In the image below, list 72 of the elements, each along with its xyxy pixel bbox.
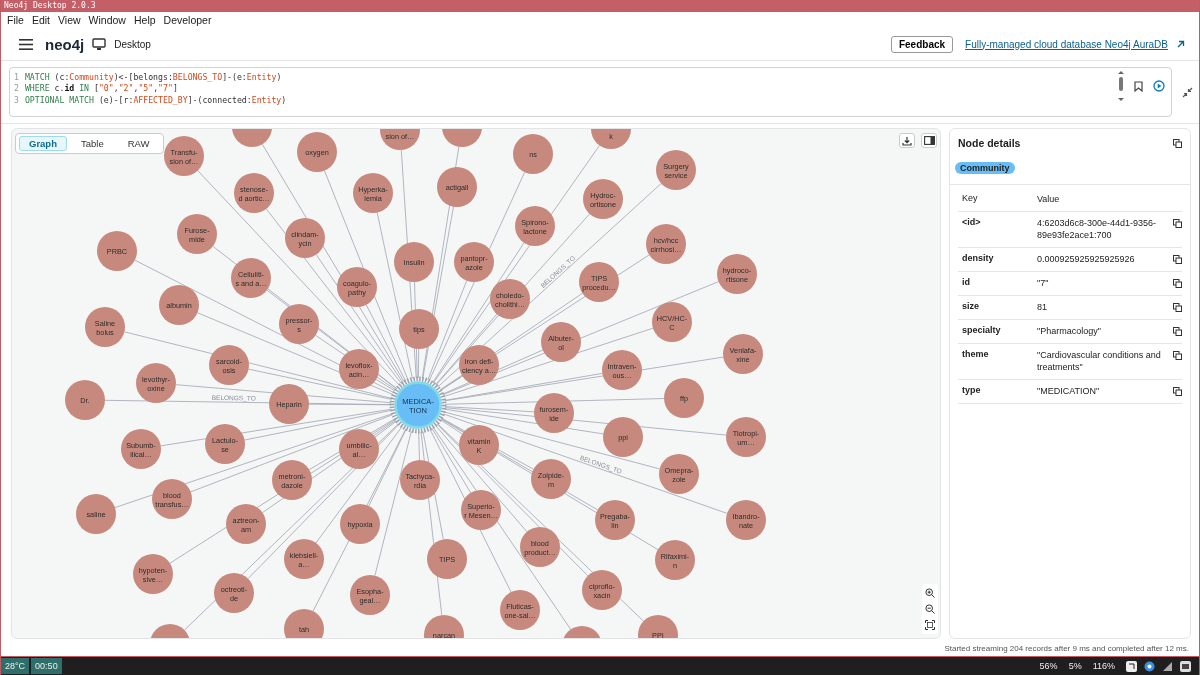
fit-icon[interactable]	[925, 620, 935, 630]
menu-item[interactable]: Developer	[163, 14, 212, 26]
graph-node[interactable]	[442, 129, 482, 147]
line-number: 3	[14, 94, 19, 105]
property-value: 0.000925925925925926	[1037, 253, 1136, 265]
clock[interactable]: 00:50	[31, 658, 62, 674]
panel-toggle-button[interactable]	[921, 133, 937, 148]
external-link-icon	[1176, 39, 1185, 49]
column-header: Key	[962, 193, 979, 203]
property-value: 4:6203d6c8-300e-44d1-9356-89e93fe2ace1:700	[1037, 217, 1158, 241]
view-tab[interactable]: RAW	[117, 136, 160, 151]
tray-stat: 5%	[1068, 661, 1082, 671]
tray-app-icon[interactable]	[1180, 660, 1191, 672]
view-tab[interactable]: Table	[71, 136, 114, 151]
download-button[interactable]	[899, 133, 915, 148]
copy-icon[interactable]	[1173, 255, 1182, 264]
property-key: specialty	[962, 325, 1037, 335]
zoom-out-icon[interactable]	[925, 604, 935, 614]
tray-stat: 116%	[1092, 661, 1115, 671]
graph-node[interactable]	[232, 129, 272, 147]
property-value: "Cardiovascular conditions and treatments"	[1037, 349, 1162, 373]
copy-icon[interactable]	[1173, 138, 1182, 148]
tray-stat: 56%	[1039, 661, 1058, 671]
copy-icon[interactable]	[1173, 219, 1182, 228]
menu-item[interactable]: File	[7, 14, 24, 26]
code-line: WHERE c.id IN ["0","2","5","7"]	[24, 83, 178, 94]
zoom-in-icon[interactable]	[925, 588, 935, 598]
browser-icon[interactable]	[1144, 660, 1155, 672]
menu-item[interactable]: Help	[133, 14, 156, 26]
scrollbar-icon[interactable]	[1118, 71, 1124, 101]
weather-widget[interactable]: 28°C	[1, 658, 30, 674]
code-line: MATCH (c:Community)<-[belongs:BELONGS_TO]-(e:Entity)	[24, 71, 282, 82]
signal-icon	[1162, 660, 1173, 672]
copy-icon[interactable]	[1173, 303, 1182, 312]
property-key: size	[962, 301, 1037, 311]
property-value: "7"	[1037, 277, 1050, 289]
copy-icon[interactable]	[1173, 327, 1182, 336]
section-title: Desktop	[114, 38, 151, 50]
status-text: Started streaming 204 records after 9 ms and completed after 12 ms.	[944, 643, 1189, 653]
menu-item[interactable]: View	[58, 14, 81, 26]
line-number: 2	[14, 83, 19, 94]
property-value: 81	[1037, 301, 1048, 313]
label-badge[interactable]: Community	[955, 162, 1015, 174]
tray-app-icon[interactable]	[1126, 660, 1137, 672]
copy-icon[interactable]	[1173, 279, 1182, 288]
query-editor[interactable]: 1 MATCH (c:Community)<-[belongs:BELONGS_TO]-(e:Entity) 2 WHERE c.id IN ["0","2","5","7"] 3 OPTIONAL MATCH (e)-[r:AFFECTED_BY]-(connected:Entity)	[9, 67, 1172, 117]
property-key: id	[962, 277, 1037, 287]
bookmark-icon[interactable]	[1134, 80, 1143, 92]
window-title: Neo4j Desktop 2.0.3	[1, 0, 1199, 12]
view-tab[interactable]: Graph	[19, 136, 67, 151]
menu-icon[interactable]	[19, 38, 33, 50]
column-header: Value	[1037, 193, 1061, 205]
feedback-button[interactable]: Feedback	[890, 35, 954, 53]
menu-item[interactable]: Edit	[31, 14, 50, 26]
logo: neo4j	[45, 35, 85, 53]
code-line: OPTIONAL MATCH (e)-[r:AFFECTED_BY]-(connected:Entity)	[24, 94, 287, 105]
aura-link[interactable]: Fully-managed cloud database Neo4j AuraDB	[965, 38, 1168, 50]
property-key: density	[962, 253, 1037, 263]
collapse-icon[interactable]	[1182, 86, 1193, 98]
run-icon[interactable]	[1153, 80, 1165, 92]
graph-node[interactable]	[150, 624, 190, 638]
monitor-icon	[92, 37, 107, 51]
property-value: "Pharmacology"	[1037, 325, 1102, 337]
panel-title: Node details	[958, 137, 1021, 149]
property-value: "MEDICATION"	[1037, 385, 1101, 397]
property-key: theme	[962, 349, 1037, 359]
copy-icon[interactable]	[1173, 351, 1182, 360]
line-number: 1	[14, 71, 19, 82]
property-key: type	[962, 385, 1037, 395]
copy-icon[interactable]	[1173, 387, 1182, 396]
menu-item[interactable]: Window	[88, 14, 126, 26]
property-key: <id>	[962, 217, 1037, 227]
